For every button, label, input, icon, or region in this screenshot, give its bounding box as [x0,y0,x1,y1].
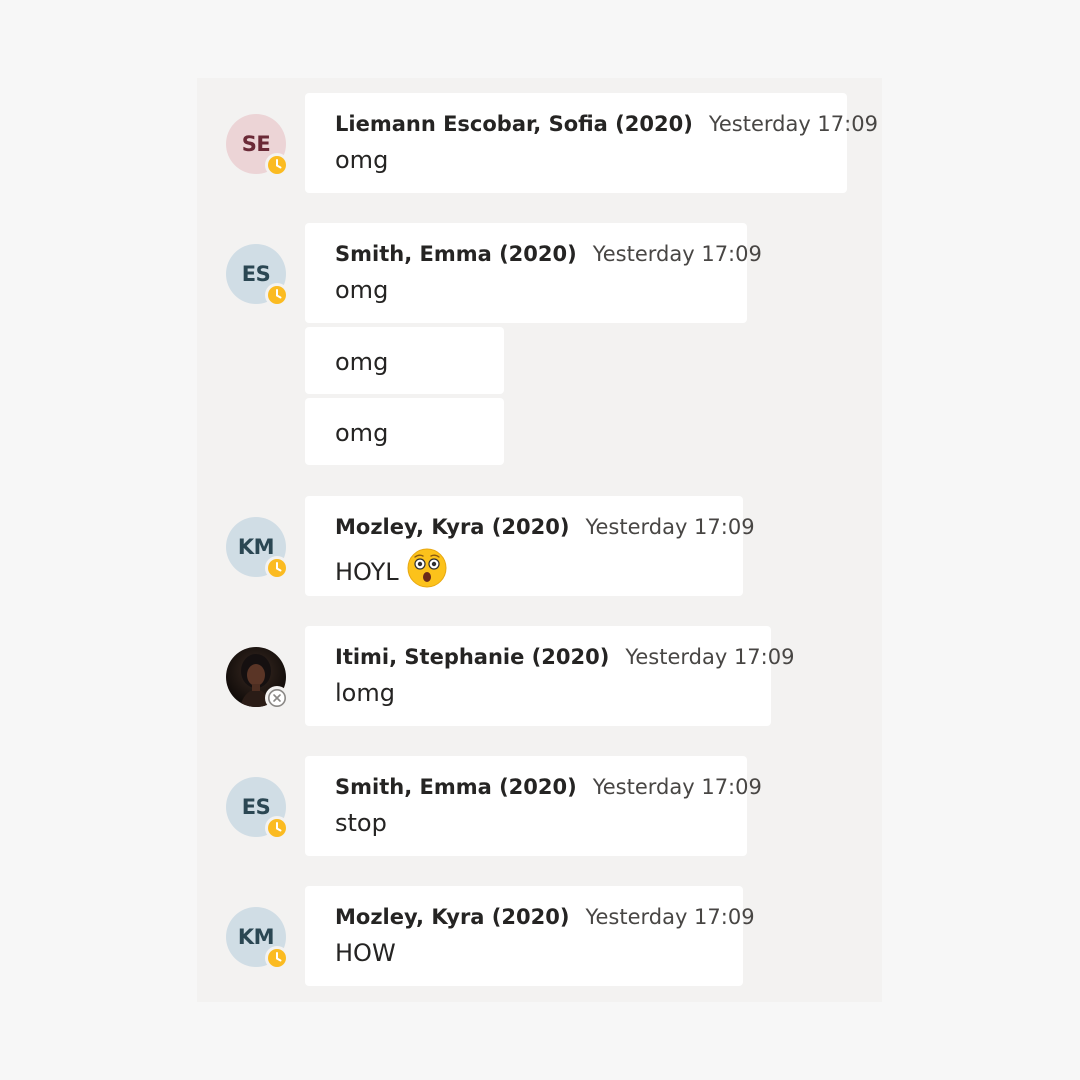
message-timestamp: Yesterday 17:09 [592,775,762,799]
avatar[interactable] [226,647,289,710]
away-status-icon [265,946,289,970]
message-author[interactable]: Itimi, Stephanie (2020) [335,645,609,669]
message-author[interactable]: Mozley, Kyra (2020) [335,515,569,539]
astonished-face-icon [407,548,447,595]
avatar-initials: SE [241,131,271,156]
message-author[interactable]: Smith, Emma (2020) [335,775,577,799]
message-text: HOYL [335,557,399,586]
message-text: omg [335,348,389,376]
message-text: omg [335,276,389,304]
message-bubble[interactable]: omg [305,327,504,394]
message-bubble[interactable]: Mozley, Kyra (2020) Yesterday 17:09 HOYL [305,496,755,596]
message-author[interactable]: Liemann Escobar, Sofia (2020) [335,112,693,136]
avatar-initials: KM [237,924,275,949]
message-bubble[interactable]: Liemann Escobar, Sofia (2020) Yesterday 1… [305,93,878,193]
away-status-icon [265,153,289,177]
avatar-initials: KM [237,534,275,559]
avatar-initials: ES [241,261,271,286]
message-text: omg [335,146,389,174]
avatar[interactable]: ES [226,777,289,840]
message-bubble[interactable]: Itimi, Stephanie (2020) Yesterday 17:09 l… [305,626,794,726]
message-text: lomg [335,679,395,707]
message-timestamp: Yesterday 17:09 [585,905,755,929]
avatar[interactable]: ES [226,244,289,307]
offline-status-icon [265,686,289,710]
message-timestamp: Yesterday 17:09 [592,242,762,266]
message-text: HOW [335,939,396,967]
away-status-icon [265,556,289,580]
away-status-icon [265,283,289,307]
message-timestamp: Yesterday 17:09 [585,515,755,539]
message-bubble[interactable]: Smith, Emma (2020) Yesterday 17:09 stop [305,756,762,856]
avatar[interactable]: SE [226,114,289,177]
message-author[interactable]: Smith, Emma (2020) [335,242,577,266]
away-status-icon [265,816,289,840]
message-author[interactable]: Mozley, Kyra (2020) [335,905,569,929]
message-bubble[interactable]: Smith, Emma (2020) Yesterday 17:09 omg [305,223,762,323]
message-bubble[interactable]: omg [305,398,504,465]
message-timestamp: Yesterday 17:09 [625,645,795,669]
message-text: omg [335,419,389,447]
avatar-initials: ES [241,794,271,819]
message-bubble[interactable]: Mozley, Kyra (2020) Yesterday 17:09 HOW [305,886,755,986]
avatar[interactable]: KM [226,517,289,580]
message-text: stop [335,809,387,837]
avatar[interactable]: KM [226,907,289,970]
message-timestamp: Yesterday 17:09 [708,112,878,136]
